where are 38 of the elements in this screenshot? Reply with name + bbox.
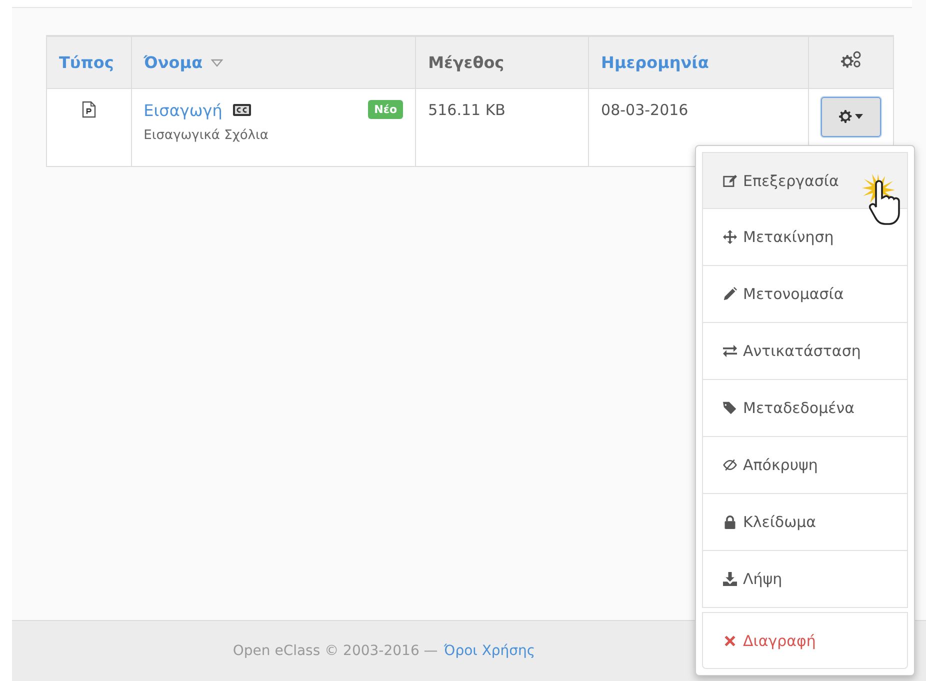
lock-icon — [723, 515, 737, 529]
file-size: 516.11 KB — [428, 100, 506, 118]
swap-arrows-icon — [723, 344, 737, 358]
copyright-text: Open eClass © 2003-2016 — — [232, 643, 438, 659]
new-badge: Νέο — [368, 100, 404, 118]
gears-icon — [841, 51, 861, 70]
column-label[interactable]: Ημερομηνία — [601, 52, 709, 72]
menu-item[interactable]: Μεταδεδομένα — [702, 380, 908, 437]
terms-link[interactable]: Όροι Χρήσης — [444, 643, 536, 659]
file-description: Εισαγωγικά Σχόλια — [144, 128, 270, 142]
column-header[interactable]: Τύπος — [46, 36, 132, 88]
column-label[interactable]: Όνομα — [144, 52, 203, 72]
move-arrows-icon — [723, 230, 737, 244]
eye-slash-icon — [723, 458, 737, 472]
menu-item[interactable]: Διαγραφή — [702, 612, 908, 669]
menu-item[interactable]: Λήψη — [702, 551, 908, 608]
menu-item[interactable]: Επεξεργασία — [702, 152, 908, 209]
edit-icon — [723, 174, 737, 188]
menu-item[interactable]: Μετακίνηση — [702, 209, 908, 266]
column-label[interactable]: Τύπος — [59, 52, 114, 72]
download-icon — [723, 572, 737, 586]
menu-item[interactable]: Μετονομασία — [702, 266, 908, 323]
column-header[interactable]: Όνομα — [131, 36, 416, 88]
gear-icon — [839, 110, 852, 123]
file-link[interactable]: Εισαγωγή — [144, 100, 222, 120]
menu-item[interactable]: Κλείδωμα — [702, 494, 908, 551]
menu-item[interactable]: Απόκρυψη — [702, 437, 908, 494]
close-icon — [723, 634, 737, 648]
column-label: Μέγεθος — [428, 52, 504, 72]
column-header[interactable]: Ημερομηνία — [588, 36, 808, 88]
file-icon — [82, 100, 96, 118]
pencil-icon — [723, 287, 737, 301]
closed-captions-icon — [232, 102, 252, 116]
file-date: 08-03-2016 — [601, 100, 688, 118]
actions-button[interactable] — [821, 96, 881, 136]
tag-icon — [723, 401, 737, 415]
caret-icon — [855, 114, 863, 119]
menu-item[interactable]: Αντικατάσταση — [702, 323, 908, 380]
